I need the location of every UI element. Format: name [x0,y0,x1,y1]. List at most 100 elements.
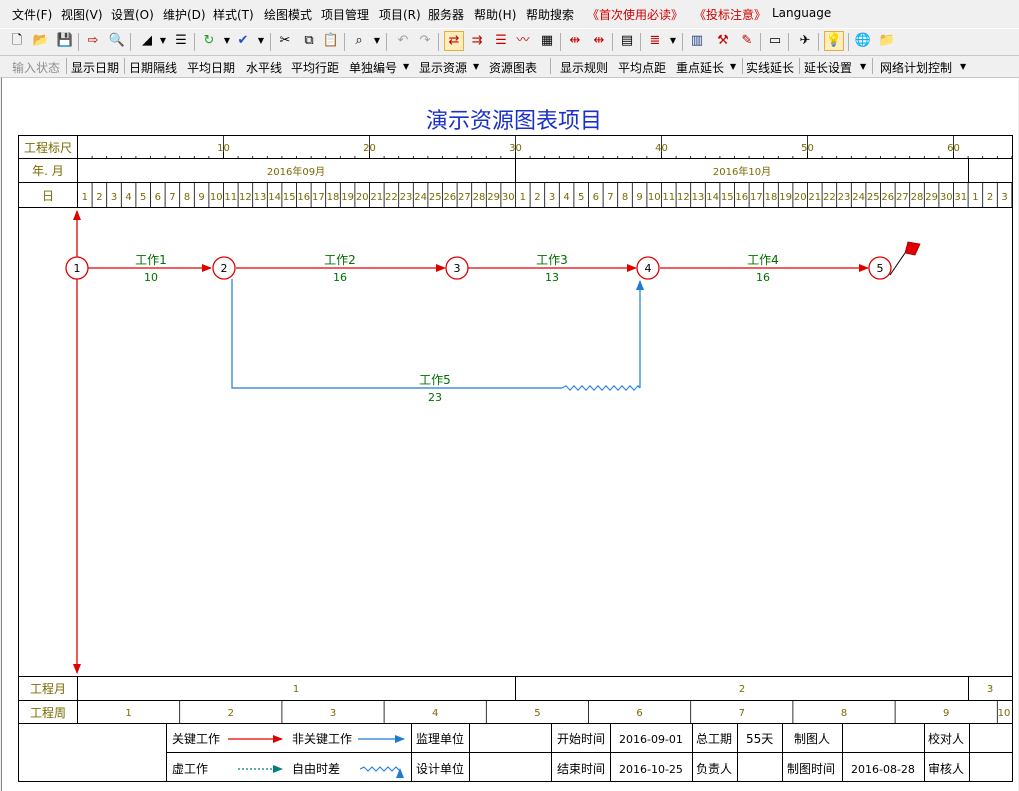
open-folder-icon[interactable]: 📂 [32,32,50,50]
separate-numbering-button[interactable]: 单独编号 [349,59,397,76]
free-float-zigzag[interactable] [561,385,641,391]
node-4[interactable]: 4 [636,256,660,280]
menu-help-search[interactable]: 帮助搜索 [526,6,574,23]
chart-icon[interactable]: ▤ [618,32,636,50]
align-right-icon[interactable]: ⇹ [590,32,608,50]
project-week-cell: 2 [228,708,234,719]
day-cell: 1 [972,192,978,203]
day-cell: 12 [239,192,252,203]
day-cell: 14 [268,192,281,203]
curve-icon[interactable]: 〰 [514,32,532,50]
resource-chart-button[interactable]: 资源图表 [489,59,537,76]
show-resource-button[interactable]: 显示资源 [419,59,467,76]
refresh-icon[interactable]: ↻ [200,32,218,50]
undo-icon[interactable]: ↶ [394,32,412,50]
date-gridline-button[interactable]: 日期隔线 [129,59,177,76]
monitor-icon[interactable]: ▭ [766,32,784,50]
day-cell: 24 [852,192,865,203]
export-icon[interactable]: ⇨ [84,32,102,50]
svg-text:1: 1 [74,262,81,275]
tools-icon[interactable]: ⚒ [714,32,732,50]
dropdown-arrow-icon[interactable]: ▼ [154,32,172,50]
books-icon[interactable]: ▥ [688,32,706,50]
solid-extend-button[interactable]: 实线延长 [746,59,794,76]
dropdown-arrow-icon[interactable]: ▼ [730,62,736,71]
folder-open-icon[interactable]: 📁 [878,32,896,50]
toolbar-separator [788,33,789,51]
outline-icon[interactable]: ☰ [172,32,190,50]
node-2[interactable]: 2 [212,256,236,280]
toolbar-separator [124,58,125,74]
resource-icon[interactable]: ▦ [538,32,556,50]
show-date-button[interactable]: 显示日期 [71,59,119,76]
dropdown-arrow-icon[interactable]: ▼ [860,62,866,71]
total-duration-value: 55天 [746,732,773,746]
gantt-icon[interactable]: ≣ [646,32,664,50]
edit-pen-icon[interactable]: ✎ [738,32,756,50]
menu-project-manage[interactable]: 项目管理 [321,6,369,23]
menu-server[interactable]: 服务器 [428,6,464,23]
save-icon[interactable]: 💾 [56,32,74,50]
network-plan-control-button[interactable]: 网络计划控制 [880,59,952,76]
day-cell: 16 [735,192,748,203]
node-5[interactable]: 5 [868,256,892,280]
menu-settings[interactable]: 设置(O) [111,6,154,23]
menu-file[interactable]: 文件(F) [12,6,52,23]
menu-first-read[interactable]: 《首次使用必读》 [587,6,683,23]
dropdown-arrow-icon[interactable]: ▼ [403,62,409,71]
check-icon[interactable]: ✔ [234,32,252,50]
horizontal-line-button[interactable]: 水平线 [246,59,282,76]
extend-settings-button[interactable]: 延长设置 [804,59,852,76]
plane-icon[interactable]: ✈ [796,32,814,50]
project-month-cell: 1 [293,684,299,695]
day-cell: 6 [155,192,161,203]
menu-view[interactable]: 视图(V) [61,6,103,23]
day-cell: 26 [443,192,456,203]
print-preview-icon[interactable]: 🔍 [108,32,126,50]
copy-icon[interactable]: ⧉ [300,32,318,50]
project-week-cell: 7 [739,708,745,719]
dropdown-arrow-icon[interactable]: ▼ [368,32,386,50]
paste-icon[interactable]: 📋 [322,32,340,50]
menu-project[interactable]: 项目(R) [379,6,421,23]
average-date-button[interactable]: 平均日期 [187,59,235,76]
activity-duration-2: 16 [333,271,347,284]
project-week-cell: 9 [943,708,949,719]
toolbar-separator [612,33,613,51]
menu-help[interactable]: 帮助(H) [474,6,516,23]
bar-list-icon[interactable]: ☰ [492,32,510,50]
globe-icon[interactable]: 🌐 [854,32,872,50]
day-cell: 11 [224,192,237,203]
day-cell: 15 [283,192,296,203]
activity-arrow-5[interactable] [231,279,562,389]
menu-draw-mode[interactable]: 绘图模式 [264,6,312,23]
align-left-icon[interactable]: ⇹ [566,32,584,50]
menu-language[interactable]: Language [772,6,831,20]
menu-bid-notice[interactable]: 《投标注意》 [694,6,766,23]
dropdown-arrow-icon[interactable]: ▼ [252,32,270,50]
drawing-canvas[interactable]: 演示资源图表项目 工程标尺 年. 月 日 10 20 30 40 50 60 2016年0… [1,78,1018,791]
average-row-spacing-button[interactable]: 平均行距 [291,59,339,76]
show-rules-button[interactable]: 显示规则 [560,59,608,76]
new-file-icon[interactable]: 🗋 [8,32,26,50]
menu-maintain[interactable]: 维护(D) [163,6,206,23]
arrow-line-icon[interactable]: ⇉ [468,32,486,50]
average-point-spacing-button[interactable]: 平均点距 [618,59,666,76]
menu-style[interactable]: 样式(T) [213,6,254,23]
toolbar-separator [799,58,800,74]
day-cell: 24 [414,192,427,203]
cut-icon[interactable]: ✂ [276,32,294,50]
input-state-button[interactable]: 输入状态 [12,59,60,76]
dropdown-arrow-icon[interactable]: ▼ [473,62,479,71]
redo-icon[interactable]: ↷ [416,32,434,50]
day-cell: 28 [473,192,486,203]
node-1[interactable]: 1 [65,256,89,280]
network-mode-icon[interactable]: ⇄ [444,31,464,51]
dropdown-arrow-icon[interactable]: ▼ [960,62,966,71]
dropdown-arrow-icon[interactable]: ▼ [664,32,682,50]
lightbulb-icon[interactable]: 💡 [824,31,844,51]
find-binoculars-icon[interactable]: ⌕ [350,32,368,50]
key-extend-button[interactable]: 重点延长 [676,59,724,76]
node-3[interactable]: 3 [445,256,469,280]
project-month-row: 1 2 3 [293,676,993,701]
